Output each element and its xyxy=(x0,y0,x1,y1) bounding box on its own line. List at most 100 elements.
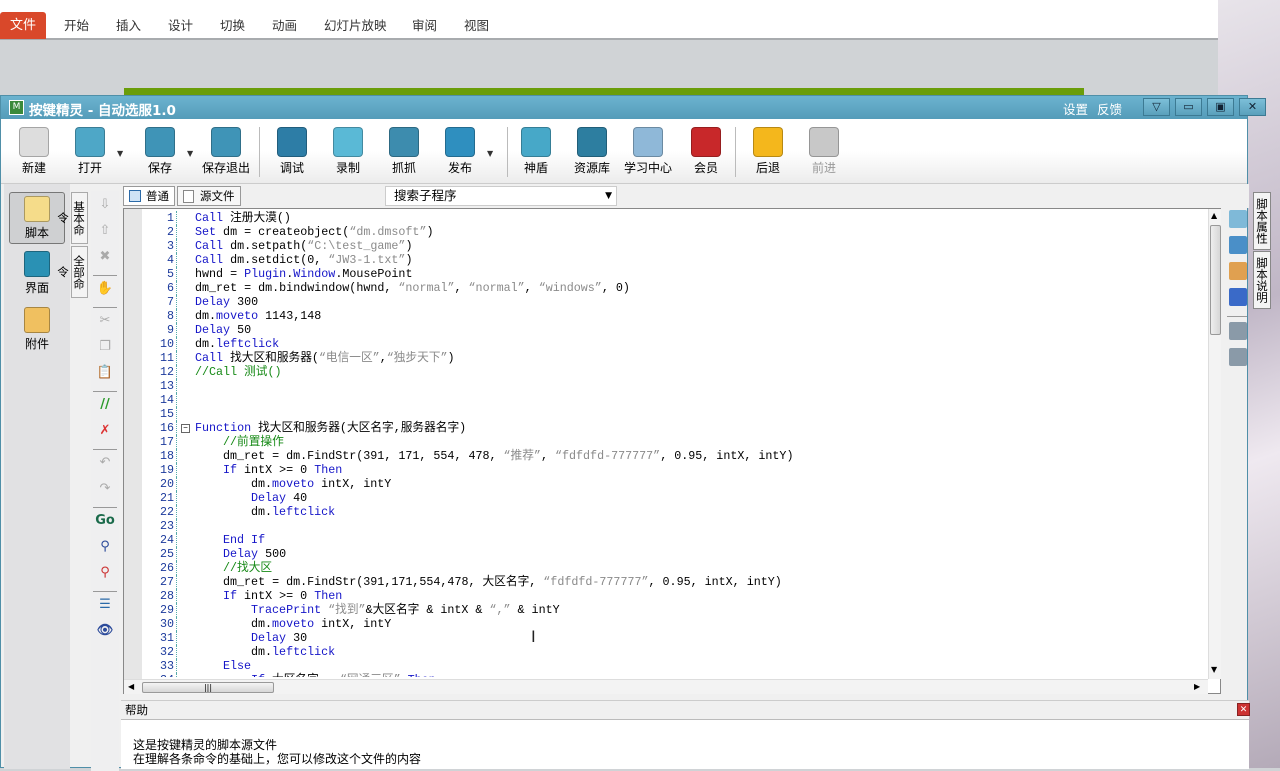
find-icon[interactable]: ⚲ xyxy=(95,537,115,557)
calculator-icon[interactable] xyxy=(1229,236,1247,254)
minimize-button[interactable]: ▭ xyxy=(1175,98,1202,116)
fold-toggle-icon[interactable]: − xyxy=(181,424,190,433)
toolbar-button-member[interactable]: 会员 xyxy=(681,123,731,181)
toolbar-button-forward-arrow[interactable]: 前进 xyxy=(799,123,849,181)
title-bar[interactable]: M 按键精灵 - 自动选服1.0 设置 反馈 ▽ ▭ ▣ ✕ xyxy=(1,96,1266,119)
scroll-right-icon[interactable]: ▶ xyxy=(1194,682,1200,691)
code-token: 找大区和服务器(大区名字,服务器名字) xyxy=(251,421,467,435)
ppt-tab-0[interactable]: 开始 xyxy=(64,12,89,39)
ppt-tab-6[interactable]: 审阅 xyxy=(412,12,437,39)
toolbar-button-new-file[interactable]: 新建 xyxy=(9,123,59,181)
code-token: “,” xyxy=(489,603,511,617)
toolbar-button-back-arrow[interactable]: 后退 xyxy=(743,123,793,181)
code-token: Function xyxy=(195,421,252,435)
paste-icon[interactable]: 📋 xyxy=(95,363,115,383)
toolbar-button-save-exit[interactable]: 保存退出 xyxy=(201,123,251,181)
code-token: Delay xyxy=(195,323,231,337)
settings-link[interactable]: 设置 xyxy=(1063,99,1088,118)
ppt-tab-3[interactable]: 切换 xyxy=(220,12,245,39)
notepad-icon[interactable] xyxy=(1229,210,1247,228)
nav-attachment[interactable]: 附件 xyxy=(9,304,65,356)
toolbar-button-record[interactable]: 录制 xyxy=(323,123,373,181)
code-token: dm = createobject( xyxy=(216,225,350,239)
tab-source-file[interactable]: 源文件 xyxy=(177,186,241,206)
dropdown-arrow-icon[interactable]: ▼ xyxy=(117,149,123,158)
code-token: Call xyxy=(195,351,224,365)
watch-icon[interactable]: 👁 xyxy=(95,621,115,641)
hand-icon[interactable]: ✋ xyxy=(95,279,115,299)
code-line: dm.moveto intX, intY xyxy=(251,617,391,631)
help-close-icon[interactable]: ✕ xyxy=(1237,703,1250,716)
feedback-link[interactable]: 反馈 xyxy=(1097,99,1122,118)
tab-script-properties[interactable]: 脚本属性 xyxy=(1253,192,1271,250)
dropdown-arrow-icon[interactable]: ▼ xyxy=(187,149,193,158)
line-number: 25 xyxy=(142,547,177,561)
dropdown-arrow-icon[interactable]: ▼ xyxy=(487,149,493,158)
remove-tool-icon[interactable] xyxy=(1229,348,1247,366)
maximize-button[interactable]: ▣ xyxy=(1207,98,1234,116)
code-token: ) xyxy=(447,351,455,365)
vertical-scrollbar[interactable]: ▲ ▼ xyxy=(1208,209,1221,679)
delete-icon[interactable]: ✖ xyxy=(95,247,115,267)
plugin-icon[interactable] xyxy=(1229,288,1247,306)
ppt-tab-5[interactable]: 幻灯片放映 xyxy=(324,12,387,39)
toolbar-button-publish-globe[interactable]: 发布 xyxy=(435,123,485,181)
undo-icon[interactable]: ↶ xyxy=(95,453,115,473)
sub-program-search-dropdown[interactable]: 搜索子程序 ▼ xyxy=(385,186,617,206)
ppt-tab-2[interactable]: 设计 xyxy=(168,12,193,39)
code-token: intX, intY xyxy=(314,617,392,631)
replace-icon[interactable]: ⚲ xyxy=(95,563,115,583)
nav-label: 界面 xyxy=(24,281,49,295)
code-area[interactable]: 1 Call 注册大漠() 2 Set dm = createobject(“dm.d… xyxy=(142,211,1207,677)
horizontal-scrollbar[interactable]: ◀ ||| ▶ xyxy=(124,679,1208,694)
toolbar-button-grab[interactable]: 抓抓 xyxy=(379,123,429,181)
ppt-file-tab[interactable]: 文件 xyxy=(0,12,46,39)
close-button[interactable]: ✕ xyxy=(1239,98,1266,116)
toolbar-button-shield[interactable]: 神盾 xyxy=(511,123,561,181)
tab-normal[interactable]: 普通 xyxy=(123,186,175,206)
ppt-tab-7[interactable]: 视图 xyxy=(464,12,489,39)
toolbar-button-debug[interactable]: 调试 xyxy=(267,123,317,181)
tab-basic-commands[interactable]: 基本命令 xyxy=(56,192,88,244)
vertical-scroll-thumb[interactable] xyxy=(1210,225,1221,335)
code-token: Delay xyxy=(223,547,259,561)
tab-all-commands[interactable]: 全部命令 xyxy=(56,246,88,298)
source-file-icon xyxy=(183,190,194,203)
scroll-down-icon[interactable]: ▼ xyxy=(1211,665,1217,674)
copy-icon[interactable]: ❐ xyxy=(95,337,115,357)
code-token: “normal” xyxy=(398,281,455,295)
scroll-left-icon[interactable]: ◀ xyxy=(128,682,134,691)
tool-separator xyxy=(93,275,117,276)
line-number: 19 xyxy=(142,463,177,477)
code-line: Call 注册大漠() xyxy=(195,211,291,225)
line-number: 15 xyxy=(142,407,177,421)
palette-icon[interactable] xyxy=(1229,262,1247,280)
code-line: End If xyxy=(223,533,265,547)
comment-icon[interactable]: // xyxy=(95,395,115,415)
add-tool-icon[interactable] xyxy=(1229,322,1247,340)
code-editor[interactable]: 1 Call 注册大漠() 2 Set dm = createobject(“dm.d… xyxy=(123,208,1221,694)
ppt-tab-1[interactable]: 插入 xyxy=(116,12,141,39)
outline-icon[interactable]: ☰ xyxy=(95,595,115,615)
menu-dropdown-button[interactable]: ▽ xyxy=(1143,98,1170,116)
ppt-tab-4[interactable]: 动画 xyxy=(272,12,297,39)
anjian-window: M 按键精灵 - 自动选服1.0 设置 反馈 ▽ ▭ ▣ ✕ 新建 打开 ▼ 保存 ▼ 保… xyxy=(0,95,1271,771)
toolbar-button-save[interactable]: 保存 xyxy=(135,123,185,181)
move-down-icon[interactable]: ⇩ xyxy=(95,195,115,215)
toolbar-button-learning-center[interactable]: 学习中心 xyxy=(623,123,673,181)
move-up-icon[interactable]: ⇧ xyxy=(95,221,115,241)
tab-script-description[interactable]: 脚本说明 xyxy=(1253,251,1271,309)
goto-icon[interactable]: Go xyxy=(95,511,115,531)
toolbar-button-resource-library[interactable]: 资源库 xyxy=(567,123,617,181)
tool-separator xyxy=(93,591,117,592)
redo-icon[interactable]: ↷ xyxy=(95,479,115,499)
toolbar-button-open-folder[interactable]: 打开 xyxy=(65,123,115,181)
uncomment-icon[interactable]: ✗ xyxy=(95,421,115,441)
line-number: 4 xyxy=(142,253,177,267)
code-line: dm_ret = dm.FindStr(391,171,554,478, 大区名… xyxy=(223,575,782,589)
cut-icon[interactable]: ✂ xyxy=(95,311,115,331)
attachment-icon xyxy=(24,307,50,333)
horizontal-scroll-thumb[interactable]: ||| xyxy=(142,682,274,693)
scroll-up-icon[interactable]: ▲ xyxy=(1211,211,1217,220)
code-token: dm.setdict(0, xyxy=(223,253,329,267)
